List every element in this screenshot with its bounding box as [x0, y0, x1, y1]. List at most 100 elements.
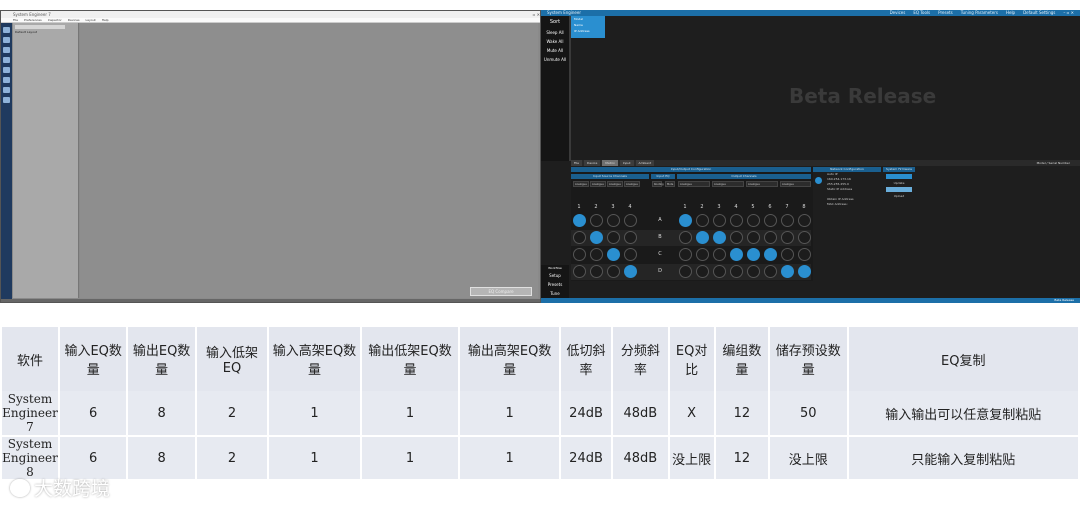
output-route-button[interactable] [764, 248, 777, 261]
routing-toggle[interactable]: Routing [652, 181, 664, 187]
output-route-button[interactable] [679, 265, 692, 278]
tree-item[interactable]: Default Layout [15, 30, 76, 34]
wake-all-button[interactable]: Wake All [541, 37, 569, 46]
output-route-button[interactable] [747, 214, 760, 227]
tab-matrix[interactable]: Matrix [602, 160, 618, 166]
presets-button[interactable]: Presets [541, 280, 569, 289]
output-route-button[interactable] [730, 231, 743, 244]
input-source-select[interactable]: Analogue [624, 181, 640, 187]
output-route-button[interactable] [764, 265, 777, 278]
output-route-button[interactable] [747, 265, 760, 278]
input-route-button[interactable] [590, 214, 603, 227]
tab-input[interactable]: Input [619, 160, 634, 166]
unmute-all-button[interactable]: Unmute All [541, 55, 569, 64]
left-canvas[interactable] [80, 23, 538, 298]
dropdown-option[interactable]: IP Address [571, 28, 605, 34]
output-select[interactable]: Analogue [678, 181, 710, 187]
output-route-button[interactable] [798, 214, 811, 227]
output-route-button[interactable] [730, 214, 743, 227]
mute-all-button[interactable]: Mute All [541, 46, 569, 55]
output-channel-number: 1 [683, 204, 687, 210]
input-route-button[interactable] [573, 214, 586, 227]
input-route-button[interactable] [624, 214, 637, 227]
input-route-button[interactable] [590, 248, 603, 261]
device-canvas[interactable]: Beta Release [571, 16, 1080, 161]
output-route-button[interactable] [781, 214, 794, 227]
output-route-button[interactable] [781, 231, 794, 244]
input-route-button[interactable] [624, 248, 637, 261]
input-route-button[interactable] [624, 265, 637, 278]
output-route-button[interactable] [713, 214, 726, 227]
input-route-button[interactable] [573, 265, 586, 278]
sort-dropdown[interactable]: Model Name IP Address [571, 16, 605, 38]
menu-devices[interactable]: Devices [68, 18, 80, 22]
table-cell: 1 [269, 391, 360, 435]
input-route-button[interactable] [590, 231, 603, 244]
input-route-button[interactable] [573, 248, 586, 261]
upload-button[interactable] [886, 187, 912, 192]
sleep-all-button[interactable]: Sleep All [541, 28, 569, 37]
output-route-button[interactable] [713, 265, 726, 278]
output-route-button[interactable] [747, 231, 760, 244]
setup-button[interactable]: Setup [541, 271, 569, 280]
update-button[interactable] [886, 174, 912, 179]
input-route-button[interactable] [607, 214, 620, 227]
output-route-button[interactable] [781, 265, 794, 278]
menu-help[interactable]: Help [102, 18, 109, 22]
input-source-select[interactable]: Analogue [590, 181, 606, 187]
output-route-button[interactable] [730, 248, 743, 261]
output-route-button[interactable] [696, 231, 709, 244]
output-route-button[interactable] [696, 265, 709, 278]
output-select[interactable]: Analogue [780, 181, 811, 187]
select-tool-icon[interactable] [3, 27, 10, 33]
network-icon[interactable] [815, 177, 822, 184]
output-route-button[interactable] [713, 231, 726, 244]
speaker-tool-icon[interactable] [3, 37, 10, 43]
output-route-button[interactable] [764, 214, 777, 227]
output-route-button[interactable] [679, 214, 692, 227]
tab-ambient[interactable]: Ambient [635, 160, 655, 166]
output-route-button[interactable] [696, 214, 709, 227]
mute-toggle[interactable]: Mute [665, 181, 675, 187]
meter-tool-icon[interactable] [3, 67, 10, 73]
output-route-button[interactable] [798, 231, 811, 244]
column-header: 软件 [2, 327, 58, 391]
input-route-button[interactable] [607, 265, 620, 278]
output-route-button[interactable] [798, 265, 811, 278]
input-source-select[interactable]: Analogue [607, 181, 623, 187]
menu-layout[interactable]: Layout [86, 18, 96, 22]
input-route-button[interactable] [573, 231, 586, 244]
output-select[interactable]: Analogue [712, 181, 744, 187]
output-select[interactable]: Analogue [746, 181, 778, 187]
network-tool-icon[interactable] [3, 87, 10, 93]
eq-tool-icon[interactable] [3, 57, 10, 63]
eq-compare-button[interactable]: EQ Compare [470, 287, 532, 296]
output-route-button[interactable] [781, 248, 794, 261]
output-route-button[interactable] [798, 248, 811, 261]
output-route-button[interactable] [764, 231, 777, 244]
menu-file[interactable]: File [13, 18, 18, 22]
output-route-button[interactable] [730, 265, 743, 278]
output-route-button[interactable] [696, 248, 709, 261]
sort-button[interactable]: Sort [541, 16, 569, 28]
output-route-button[interactable] [679, 231, 692, 244]
input-route-button[interactable] [607, 248, 620, 261]
settings-tool-icon[interactable] [3, 97, 10, 103]
tab-device[interactable]: Device [584, 160, 601, 166]
menu-preferences[interactable]: Preferences [24, 18, 42, 22]
output-route-button[interactable] [747, 248, 760, 261]
tree-item-selected[interactable] [15, 25, 65, 29]
window-controls[interactable]: ▫ ✕ [533, 11, 540, 18]
input-source-select[interactable]: Analogue [573, 181, 589, 187]
tab-file[interactable]: File [571, 160, 583, 166]
table-cell: 1 [361, 435, 459, 479]
amp-tool-icon[interactable] [3, 47, 10, 53]
tune-button[interactable]: Tune [541, 289, 569, 298]
output-route-button[interactable] [713, 248, 726, 261]
graph-tool-icon[interactable] [3, 77, 10, 83]
input-route-button[interactable] [624, 231, 637, 244]
output-route-button[interactable] [679, 248, 692, 261]
input-route-button[interactable] [590, 265, 603, 278]
input-route-button[interactable] [607, 231, 620, 244]
menu-inspector[interactable]: Inspector [48, 18, 62, 22]
